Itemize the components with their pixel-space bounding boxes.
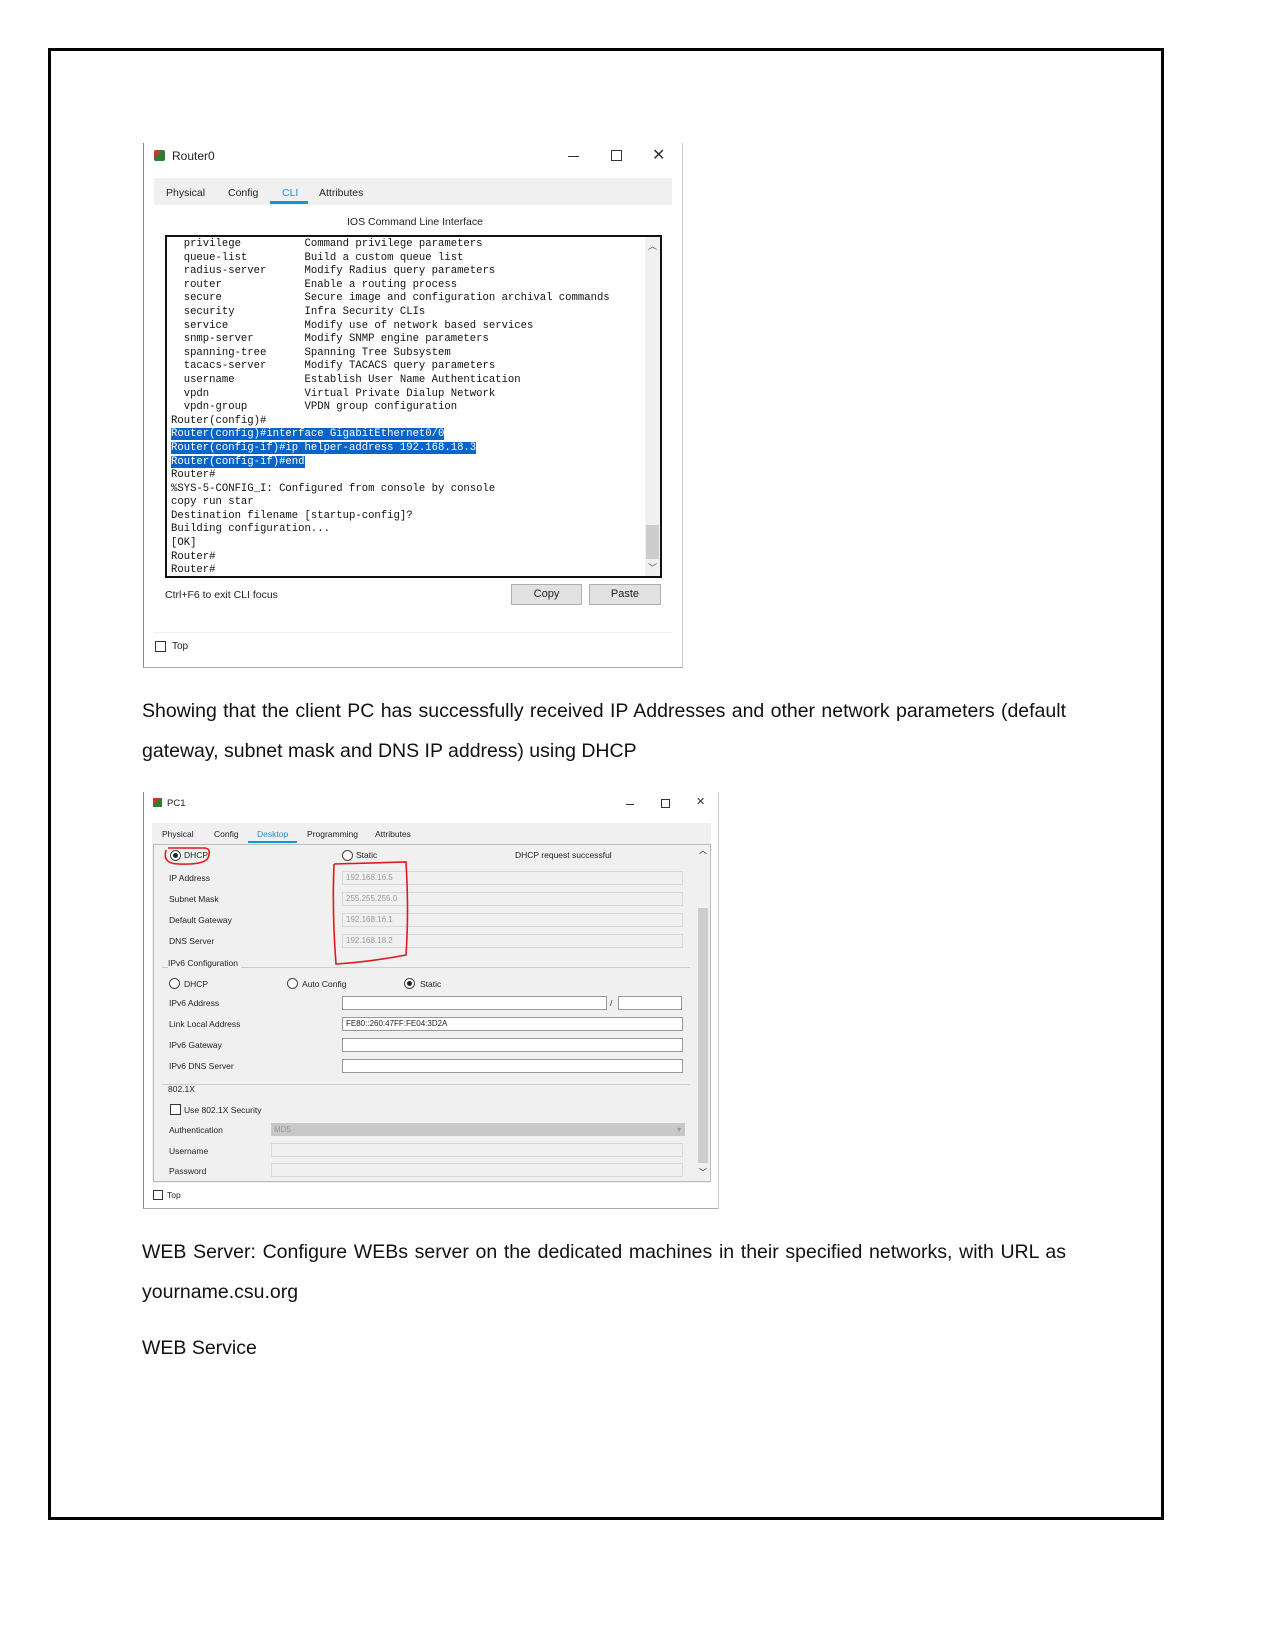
cli-scrollbar[interactable]: ︿ ﹀ xyxy=(645,237,660,576)
copy-button[interactable]: Copy xyxy=(511,584,582,605)
paragraph-web-service: WEB Service xyxy=(142,1337,257,1359)
cli-line: security Infra Security CLIs xyxy=(171,305,426,318)
cli-line: [OK] xyxy=(171,537,197,550)
cli-line: username Establish User Name Authenticat… xyxy=(171,373,521,386)
cli-line: Router# xyxy=(171,550,216,563)
cli-line: copy run star xyxy=(171,496,254,509)
cli-row: vpdn Virtual Private Dialup Network xyxy=(171,388,610,402)
cli-selected-line: Router(config-if)#end xyxy=(171,455,305,468)
cli-line: Router# xyxy=(171,564,216,577)
tab-cli[interactable]: CLI xyxy=(282,187,298,199)
cli-lines: privilege Command privilege parameters q… xyxy=(171,238,610,577)
cli-row: snmp-server Modify SNMP engine parameter… xyxy=(171,333,610,347)
paragraph-dhcp: Showing that the client PC has successfu… xyxy=(142,700,1066,762)
scroll-thumb[interactable] xyxy=(646,525,659,559)
cli-row: Destination filename [startup-config]? xyxy=(171,510,610,524)
router-window: Router0 ✕ Physical Config CLI Attributes… xyxy=(143,143,683,668)
cli-row: Router# xyxy=(171,469,610,483)
paste-button[interactable]: Paste xyxy=(589,584,661,605)
cli-line: Router(config)# xyxy=(171,414,267,427)
cli-selected-line: Router(config)#interface GigabitEthernet… xyxy=(171,428,445,441)
router-icon xyxy=(154,150,165,161)
cli-row: secure Secure image and configuration ar… xyxy=(171,292,610,306)
cli-line: radius-server Modify Radius query parame… xyxy=(171,265,496,278)
cli-row: Router(config-if)#end xyxy=(171,455,610,470)
cli-focus-hint: Ctrl+F6 to exit CLI focus xyxy=(165,589,278,601)
tab-attributes[interactable]: Attributes xyxy=(319,187,363,199)
tab-config[interactable]: Config xyxy=(228,187,258,199)
dhcp-circle-annotation xyxy=(164,847,211,865)
cli-line: spanning-tree Spanning Tree Subsystem xyxy=(171,346,451,359)
cli-row: tacacs-server Modify TACACS query parame… xyxy=(171,360,610,374)
cli-line: secure Secure image and configuration ar… xyxy=(171,292,610,305)
cli-line: vpdn-group VPDN group configuration xyxy=(171,401,458,414)
cli-line: service Modify use of network based serv… xyxy=(171,319,534,332)
cli-row: vpdn-group VPDN group configuration xyxy=(171,401,610,415)
scroll-down-icon[interactable]: ﹀ xyxy=(648,561,657,574)
cli-row: Router(config-if)#ip helper-address 192.… xyxy=(171,441,610,456)
cli-row: [OK] xyxy=(171,537,610,551)
cli-row: copy run star xyxy=(171,496,610,510)
cli-row: service Modify use of network based serv… xyxy=(171,320,610,334)
values-box-annotation xyxy=(332,861,409,965)
scroll-up-icon[interactable]: ︿ xyxy=(648,239,657,252)
tab-physical[interactable]: Physical xyxy=(166,187,205,199)
cli-line: Destination filename [startup-config]? xyxy=(171,509,413,522)
cli-line: Router# xyxy=(171,469,216,482)
cli-output: privilege Command privilege parameters q… xyxy=(171,238,610,577)
cli-row: Router(config)# xyxy=(171,415,610,429)
cli-line: Building configuration... xyxy=(171,523,330,536)
cli-row: username Establish User Name Authenticat… xyxy=(171,374,610,388)
top-label: Top xyxy=(172,641,189,652)
cli-row: security Infra Security CLIs xyxy=(171,306,610,320)
cli-section-title: IOS Command Line Interface xyxy=(347,216,483,228)
cli-line: %SYS-5-CONFIG_I: Configured from console… xyxy=(171,482,496,495)
pc-window: PC1 ✕ Physical Config Desktop Programmin… xyxy=(143,792,719,1209)
cli-line: queue-list Build a custom queue list xyxy=(171,251,464,264)
cli-line: snmp-server Modify SNMP engine parameter… xyxy=(171,333,489,346)
minimize-icon[interactable] xyxy=(568,156,579,157)
cli-row: Router# xyxy=(171,551,610,565)
close-icon[interactable]: ✕ xyxy=(652,145,665,165)
cli-line: router Enable a routing process xyxy=(171,278,458,291)
red-annotation xyxy=(164,847,409,965)
cli-line: tacacs-server Modify TACACS query parame… xyxy=(171,360,496,373)
cli-row: %SYS-5-CONFIG_I: Configured from console… xyxy=(171,483,610,497)
cli-row: radius-server Modify Radius query parame… xyxy=(171,265,610,279)
cli-row: spanning-tree Spanning Tree Subsystem xyxy=(171,347,610,361)
cli-row: router Enable a routing process xyxy=(171,279,610,293)
cli-row: Router# xyxy=(171,564,610,577)
cli-row: Building configuration... xyxy=(171,523,610,537)
cli-terminal[interactable]: privilege Command privilege parameters q… xyxy=(165,235,662,578)
cli-line: privilege Command privilege parameters xyxy=(171,238,483,250)
document-page: Router0 ✕ Physical Config CLI Attributes… xyxy=(0,0,1275,1651)
top-checkbox[interactable] xyxy=(155,641,166,652)
cli-row: queue-list Build a custom queue list xyxy=(171,252,610,266)
cli-row: privilege Command privilege parameters xyxy=(171,238,610,252)
paragraph-web-server: WEB Server: Configure WEBs server on the… xyxy=(142,1241,1066,1303)
active-tab-underline xyxy=(270,201,308,204)
maximize-icon[interactable] xyxy=(611,150,622,161)
cli-selected-line: Router(config-if)#ip helper-address 192.… xyxy=(171,441,477,454)
cli-row: Router(config)#interface GigabitEthernet… xyxy=(171,428,610,442)
cli-line: vpdn Virtual Private Dialup Network xyxy=(171,387,496,400)
window-title: Router0 xyxy=(172,149,215,163)
